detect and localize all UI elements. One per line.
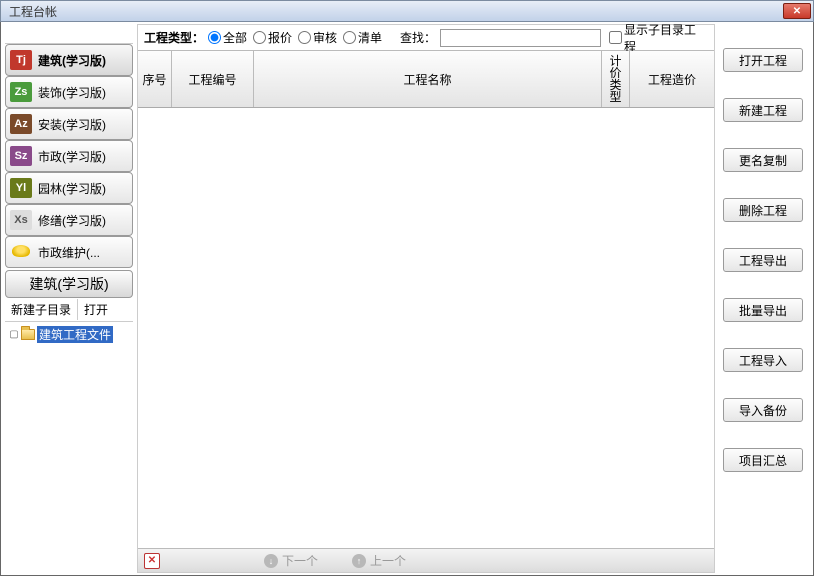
radio-audit[interactable]: 审核 (298, 29, 337, 46)
new-project-button[interactable]: 新建工程 (723, 98, 803, 122)
open-project-button[interactable]: 打开工程 (723, 48, 803, 72)
category-building-label: 建筑(学习版) (38, 52, 106, 69)
prev-arrow-icon: ↑ (352, 554, 366, 568)
search-input[interactable] (440, 29, 601, 47)
rename-copy-button[interactable]: 更名复制 (723, 148, 803, 172)
new-subdir-button[interactable]: 新建子目录 (5, 299, 78, 320)
radio-all[interactable]: 全部 (208, 29, 247, 46)
radio-audit-input[interactable] (298, 31, 311, 44)
next-button[interactable]: ↓ 下一个 (256, 552, 326, 569)
col-price-type[interactable]: 计价类型 (602, 51, 630, 107)
sidebar-sub-toolbar: 新建子目录 打开 (5, 298, 133, 322)
category-decoration[interactable]: Zs 装饰(学习版) (5, 76, 133, 108)
col-seq[interactable]: 序号 (138, 51, 172, 107)
bottombar-close-icon[interactable]: ✕ (144, 553, 160, 569)
category-repair-label: 修缮(学习版) (38, 212, 106, 229)
import-backup-button[interactable]: 导入备份 (723, 398, 803, 422)
category-municipal-icon: Sz (10, 146, 32, 166)
category-municipal-maintenance[interactable]: 市政维护(... (5, 236, 133, 268)
radio-quote[interactable]: 报价 (253, 29, 292, 46)
titlebar: 工程台帐 ✕ (0, 0, 814, 22)
action-sidebar: 打开工程 新建工程 更名复制 删除工程 工程导出 批量导出 工程导入 导入备份 … (715, 24, 811, 573)
grid-body[interactable] (138, 108, 714, 548)
open-subdir-button[interactable]: 打开 (78, 299, 133, 320)
batch-export-button[interactable]: 批量导出 (723, 298, 803, 322)
import-project-button[interactable]: 工程导入 (723, 348, 803, 372)
category-installation-label: 安装(学习版) (38, 116, 106, 133)
radio-list-label: 清单 (358, 29, 382, 46)
close-button[interactable]: ✕ (783, 3, 811, 19)
next-arrow-icon: ↓ (264, 554, 278, 568)
col-cost[interactable]: 工程造价 (630, 51, 714, 107)
search-label: 查找： (400, 29, 436, 46)
category-installation-icon: Az (10, 114, 32, 134)
main-window: Tj 建筑(学习版) Zs 装饰(学习版) Az 安装(学习版) Sz 市政(学… (0, 22, 814, 576)
tree-root-item[interactable]: ▢ 建筑工程文件 (9, 326, 129, 343)
category-municipal-label: 市政(学习版) (38, 148, 106, 165)
col-code[interactable]: 工程编号 (172, 51, 254, 107)
category-garden-label: 园林(学习版) (38, 180, 106, 197)
radio-audit-label: 审核 (313, 29, 337, 46)
main-area: 工程类型： 全部 报价 审核 清单 查找： 显示子目录工程 (137, 24, 715, 573)
category-repair[interactable]: Xs 修缮(学习版) (5, 204, 133, 236)
category-decoration-icon: Zs (10, 82, 32, 102)
category-building[interactable]: Tj 建筑(学习版) (5, 44, 133, 76)
radio-all-label: 全部 (223, 29, 247, 46)
show-subdir-checkbox[interactable]: 显示子目录工程 (609, 21, 708, 55)
col-name[interactable]: 工程名称 (254, 51, 602, 107)
tree-expand-icon[interactable]: ▢ (9, 329, 19, 340)
category-building-icon: Tj (10, 50, 32, 70)
radio-list[interactable]: 清单 (343, 29, 382, 46)
grid-header: 序号 工程编号 工程名称 计价类型 工程造价 (138, 51, 714, 108)
folder-icon (21, 329, 35, 340)
category-installation[interactable]: Az 安装(学习版) (5, 108, 133, 140)
category-garden[interactable]: Yl 园林(学习版) (5, 172, 133, 204)
radio-quote-label: 报价 (268, 29, 292, 46)
window-title: 工程台帐 (9, 3, 783, 20)
filter-type-label: 工程类型： (144, 29, 204, 46)
tree-root-label: 建筑工程文件 (37, 326, 113, 343)
category-garden-icon: Yl (10, 178, 32, 198)
radio-all-input[interactable] (208, 31, 221, 44)
category-decoration-label: 装饰(学习版) (38, 84, 106, 101)
sidebar-top-spacer (5, 26, 133, 44)
prev-label: 上一个 (370, 552, 406, 569)
prev-button[interactable]: ↑ 上一个 (344, 552, 414, 569)
sidebar: Tj 建筑(学习版) Zs 装饰(学习版) Az 安装(学习版) Sz 市政(学… (3, 24, 135, 573)
show-subdir-input[interactable] (609, 31, 622, 44)
folder-tree: ▢ 建筑工程文件 (5, 322, 133, 571)
current-section-header: 建筑(学习版) (5, 270, 133, 298)
radio-quote-input[interactable] (253, 31, 266, 44)
delete-project-button[interactable]: 删除工程 (723, 198, 803, 222)
radio-list-input[interactable] (343, 31, 356, 44)
next-label: 下一个 (282, 552, 318, 569)
category-municipal-maintenance-label: 市政维护(... (38, 244, 100, 261)
show-subdir-label: 显示子目录工程 (624, 21, 708, 55)
filter-bar: 工程类型： 全部 报价 审核 清单 查找： 显示子目录工程 (138, 25, 714, 51)
export-project-button[interactable]: 工程导出 (723, 248, 803, 272)
category-municipal[interactable]: Sz 市政(学习版) (5, 140, 133, 172)
project-summary-button[interactable]: 项目汇总 (723, 448, 803, 472)
category-repair-icon: Xs (10, 210, 32, 230)
bottom-nav-bar: ✕ ↓ 下一个 ↑ 上一个 (138, 548, 714, 572)
hardhat-icon (10, 243, 32, 261)
